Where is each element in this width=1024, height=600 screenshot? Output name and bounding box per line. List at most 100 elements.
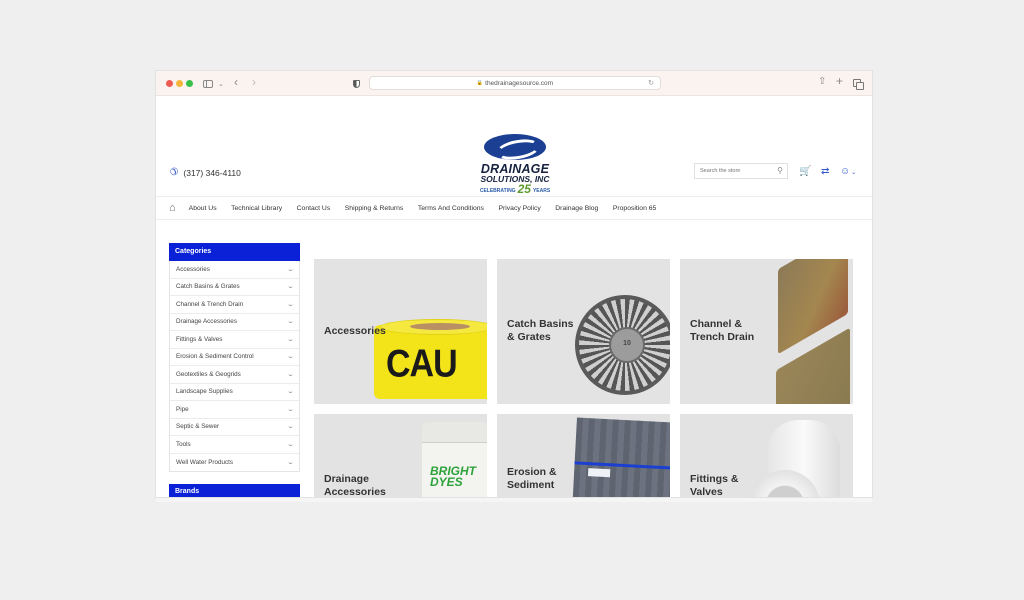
category-item[interactable]: Channel & Trench Drain ⌄: [170, 296, 299, 314]
category-label: Septic & Sewer: [176, 423, 220, 431]
category-item[interactable]: Drainage Accessories ⌄: [170, 314, 299, 331]
tile-label-line1: Drainage: [324, 473, 369, 485]
chevron-down-icon[interactable]: ⌄: [286, 423, 294, 430]
tile-label-line1: Erosion &: [507, 466, 557, 478]
tile-label: Accessories: [324, 325, 386, 338]
dye-jar-image: BRIGHT DYES: [422, 422, 487, 497]
chevron-down-icon[interactable]: ⌄: [286, 353, 294, 360]
chevron-down-icon[interactable]: ⌄: [286, 459, 294, 466]
tile-label: Erosion & Sediment: [507, 466, 557, 491]
tile-fittings-valves[interactable]: Fittings & Valves: [680, 414, 853, 497]
category-item[interactable]: Tools ⌄: [170, 436, 299, 454]
home-icon[interactable]: ⌂: [169, 202, 176, 214]
chevron-down-icon[interactable]: ⌄: [286, 283, 294, 290]
tile-label-line1: Channel &: [690, 318, 742, 330]
minimize-window-button[interactable]: [176, 80, 183, 87]
search-input[interactable]: [695, 168, 775, 174]
category-label: Geotextiles & Geogrids: [176, 370, 241, 378]
tile-label-line2: & Grates: [507, 330, 551, 343]
forward-arrow-icon[interactable]: ›: [252, 76, 256, 88]
browser-window: ⌄ ‹ › 🔒 thedrainagesource.com ↻ ⇧ + ✆ (3…: [156, 71, 872, 497]
category-item[interactable]: Septic & Sewer ⌄: [170, 419, 299, 436]
tile-channel-trench-drain[interactable]: Channel & Trench Drain: [680, 259, 853, 404]
category-item[interactable]: Landscape Supplies ⌄: [170, 384, 299, 401]
category-label: Pipe: [176, 405, 189, 413]
tile-label-line1: Accessories: [324, 325, 386, 337]
category-label: Accessories: [176, 265, 210, 273]
account-menu[interactable]: ☺⌄: [840, 166, 856, 177]
category-item[interactable]: Well Water Products ⌄: [170, 454, 299, 472]
chevron-down-icon[interactable]: ⌄: [218, 80, 224, 90]
back-arrow-icon[interactable]: ‹: [234, 76, 238, 88]
privacy-shield-icon[interactable]: [353, 80, 360, 88]
nav-technical-library[interactable]: Technical Library: [231, 205, 282, 212]
tile-label: Drainage Accessories: [324, 473, 386, 497]
share-icon[interactable]: ⇧: [818, 77, 826, 87]
category-label: Channel & Trench Drain: [176, 300, 244, 308]
category-item[interactable]: Catch Basins & Grates ⌄: [170, 279, 299, 296]
chevron-down-icon[interactable]: ⌄: [286, 266, 294, 273]
chevron-down-icon[interactable]: ⌄: [286, 371, 294, 378]
tab-overview-icon[interactable]: [853, 79, 864, 90]
category-label: Catch Basins & Grates: [176, 283, 240, 291]
chevron-down-icon[interactable]: ⌄: [286, 301, 294, 308]
category-item[interactable]: Erosion & Sediment Control ⌄: [170, 349, 299, 366]
categories-heading: Categories: [169, 243, 300, 261]
chevron-down-icon[interactable]: ⌄: [286, 441, 294, 448]
logo-tagline: CELEBRATING 25 YEARS: [474, 182, 556, 196]
sediment-bag-image: [569, 417, 670, 497]
nav-drainage-blog[interactable]: Drainage Blog: [555, 205, 598, 212]
tile-erosion-sediment[interactable]: Erosion & Sediment: [497, 414, 670, 497]
tile-label: Catch Basins & Grates: [507, 318, 574, 343]
search-icon[interactable]: ⚲: [777, 166, 783, 175]
close-window-button[interactable]: [166, 80, 173, 87]
tile-drainage-accessories[interactable]: BRIGHT DYES Drainage Accessories: [314, 414, 487, 497]
category-item[interactable]: Accessories ⌄: [170, 261, 299, 279]
user-icon: ☺: [840, 166, 851, 177]
compare-shuffle-icon[interactable]: ⇄: [821, 166, 829, 177]
brands-heading[interactable]: Brands: [169, 484, 300, 497]
phone-contact[interactable]: ✆ (317) 346-4110: [170, 167, 241, 178]
new-tab-icon[interactable]: +: [836, 75, 843, 87]
category-list: Accessories ⌄ Catch Basins & Grates ⌄ Chan…: [169, 261, 300, 472]
sidebar-toggle-icon[interactable]: [203, 80, 213, 88]
category-item[interactable]: Fittings & Valves ⌄: [170, 331, 299, 349]
lock-icon: 🔒: [476, 80, 484, 86]
nav-shipping-returns[interactable]: Shipping & Returns: [345, 205, 404, 212]
category-label: Well Water Products: [176, 458, 234, 466]
category-label: Landscape Supplies: [176, 388, 233, 396]
tile-label-line2: Trench Drain: [690, 330, 755, 343]
category-item[interactable]: Pipe ⌄: [170, 401, 299, 419]
tile-label-line1: Fittings &: [690, 473, 739, 485]
window-bottom-edge: [156, 497, 872, 502]
phone-number: (317) 346-4110: [183, 167, 241, 178]
tile-label-line1: Catch Basins: [507, 318, 574, 330]
tile-label: Fittings & Valves: [690, 473, 738, 497]
site-logo[interactable]: DRAINAGE SOLUTIONS, INC CELEBRATING 25 Y…: [474, 134, 556, 206]
browser-toolbar: ⌄ ‹ › 🔒 thedrainagesource.com ↻ ⇧ +: [156, 71, 872, 96]
logo-tagline-left: CELEBRATING: [479, 188, 516, 194]
tile-accessories[interactable]: CAU Accessories: [314, 259, 487, 404]
pipe-fitting-image: [750, 420, 850, 497]
logo-anniversary-number: 25: [517, 182, 531, 196]
chevron-down-icon[interactable]: ⌄: [286, 336, 294, 343]
maximize-window-button[interactable]: [186, 80, 193, 87]
category-label: Drainage Accessories: [176, 318, 237, 326]
category-label: Tools: [176, 440, 191, 448]
chevron-down-icon[interactable]: ⌄: [286, 388, 294, 395]
nav-proposition-65[interactable]: Proposition 65: [613, 205, 656, 212]
chevron-down-icon[interactable]: ⌄: [286, 318, 294, 325]
tile-catch-basins-grates[interactable]: Catch Basins& Grates: [497, 259, 670, 404]
category-label: Fittings & Valves: [176, 335, 223, 343]
cart-icon[interactable]: 🛒: [799, 166, 811, 177]
chevron-down-icon[interactable]: ⌄: [286, 406, 294, 413]
nav-about-us[interactable]: About Us: [189, 205, 217, 212]
grate-image: [575, 295, 670, 395]
bag-tag: [587, 468, 611, 478]
reload-icon[interactable]: ↻: [648, 79, 654, 87]
nav-contact-us[interactable]: Contact Us: [297, 205, 331, 212]
search-box: ⚲: [694, 163, 788, 179]
address-bar[interactable]: 🔒 thedrainagesource.com ↻: [369, 76, 661, 90]
site-header: ✆ (317) 346-4110 DRAINAGE SOLUTIONS, INC…: [156, 96, 872, 197]
category-item[interactable]: Geotextiles & Geogrids ⌄: [170, 366, 299, 384]
